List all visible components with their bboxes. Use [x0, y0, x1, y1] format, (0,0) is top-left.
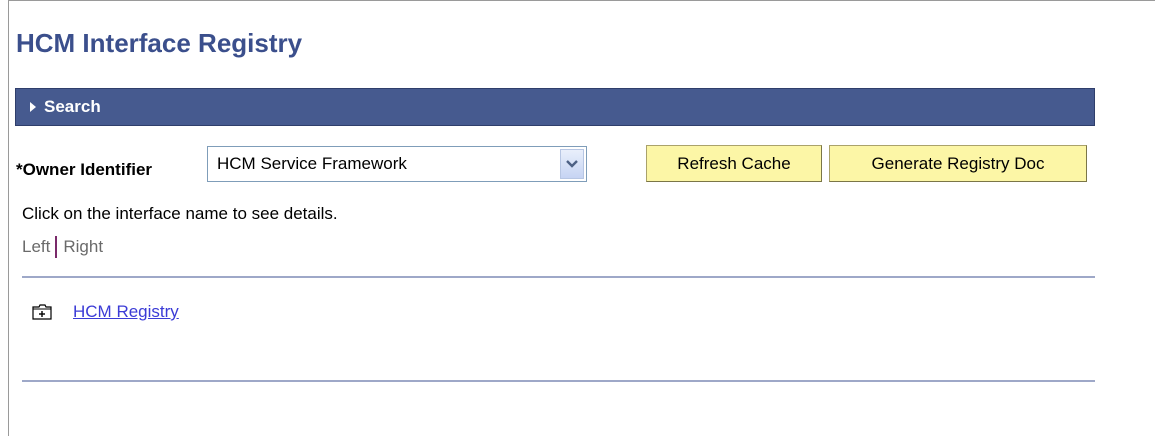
refresh-cache-button[interactable]: Refresh Cache — [646, 145, 822, 182]
generate-registry-doc-button[interactable]: Generate Registry Doc — [829, 145, 1087, 182]
owner-identifier-select[interactable]: HCM Service Framework — [207, 146, 587, 182]
page-title: HCM Interface Registry — [16, 28, 303, 58]
expand-triangle-icon — [30, 102, 36, 112]
layout-toggle: Left Right — [22, 236, 103, 258]
search-section-label: Search — [44, 97, 101, 116]
owner-identifier-value: HCM Service Framework — [217, 154, 407, 173]
folder-expand-icon[interactable] — [32, 304, 52, 320]
divider — [55, 236, 58, 258]
instructions-text: Click on the interface name to see detai… — [22, 204, 338, 223]
divider-top — [22, 276, 1095, 278]
chevron-down-icon[interactable] — [560, 149, 584, 179]
left-layout-link[interactable]: Left — [22, 237, 50, 257]
hcm-registry-link[interactable]: HCM Registry — [73, 302, 179, 322]
divider-bottom — [22, 380, 1095, 382]
owner-identifier-label: *Owner Identifier — [16, 160, 153, 179]
tree-item: HCM Registry — [32, 302, 179, 322]
search-section-header[interactable]: Search — [15, 88, 1095, 126]
right-layout-link[interactable]: Right — [63, 237, 103, 257]
